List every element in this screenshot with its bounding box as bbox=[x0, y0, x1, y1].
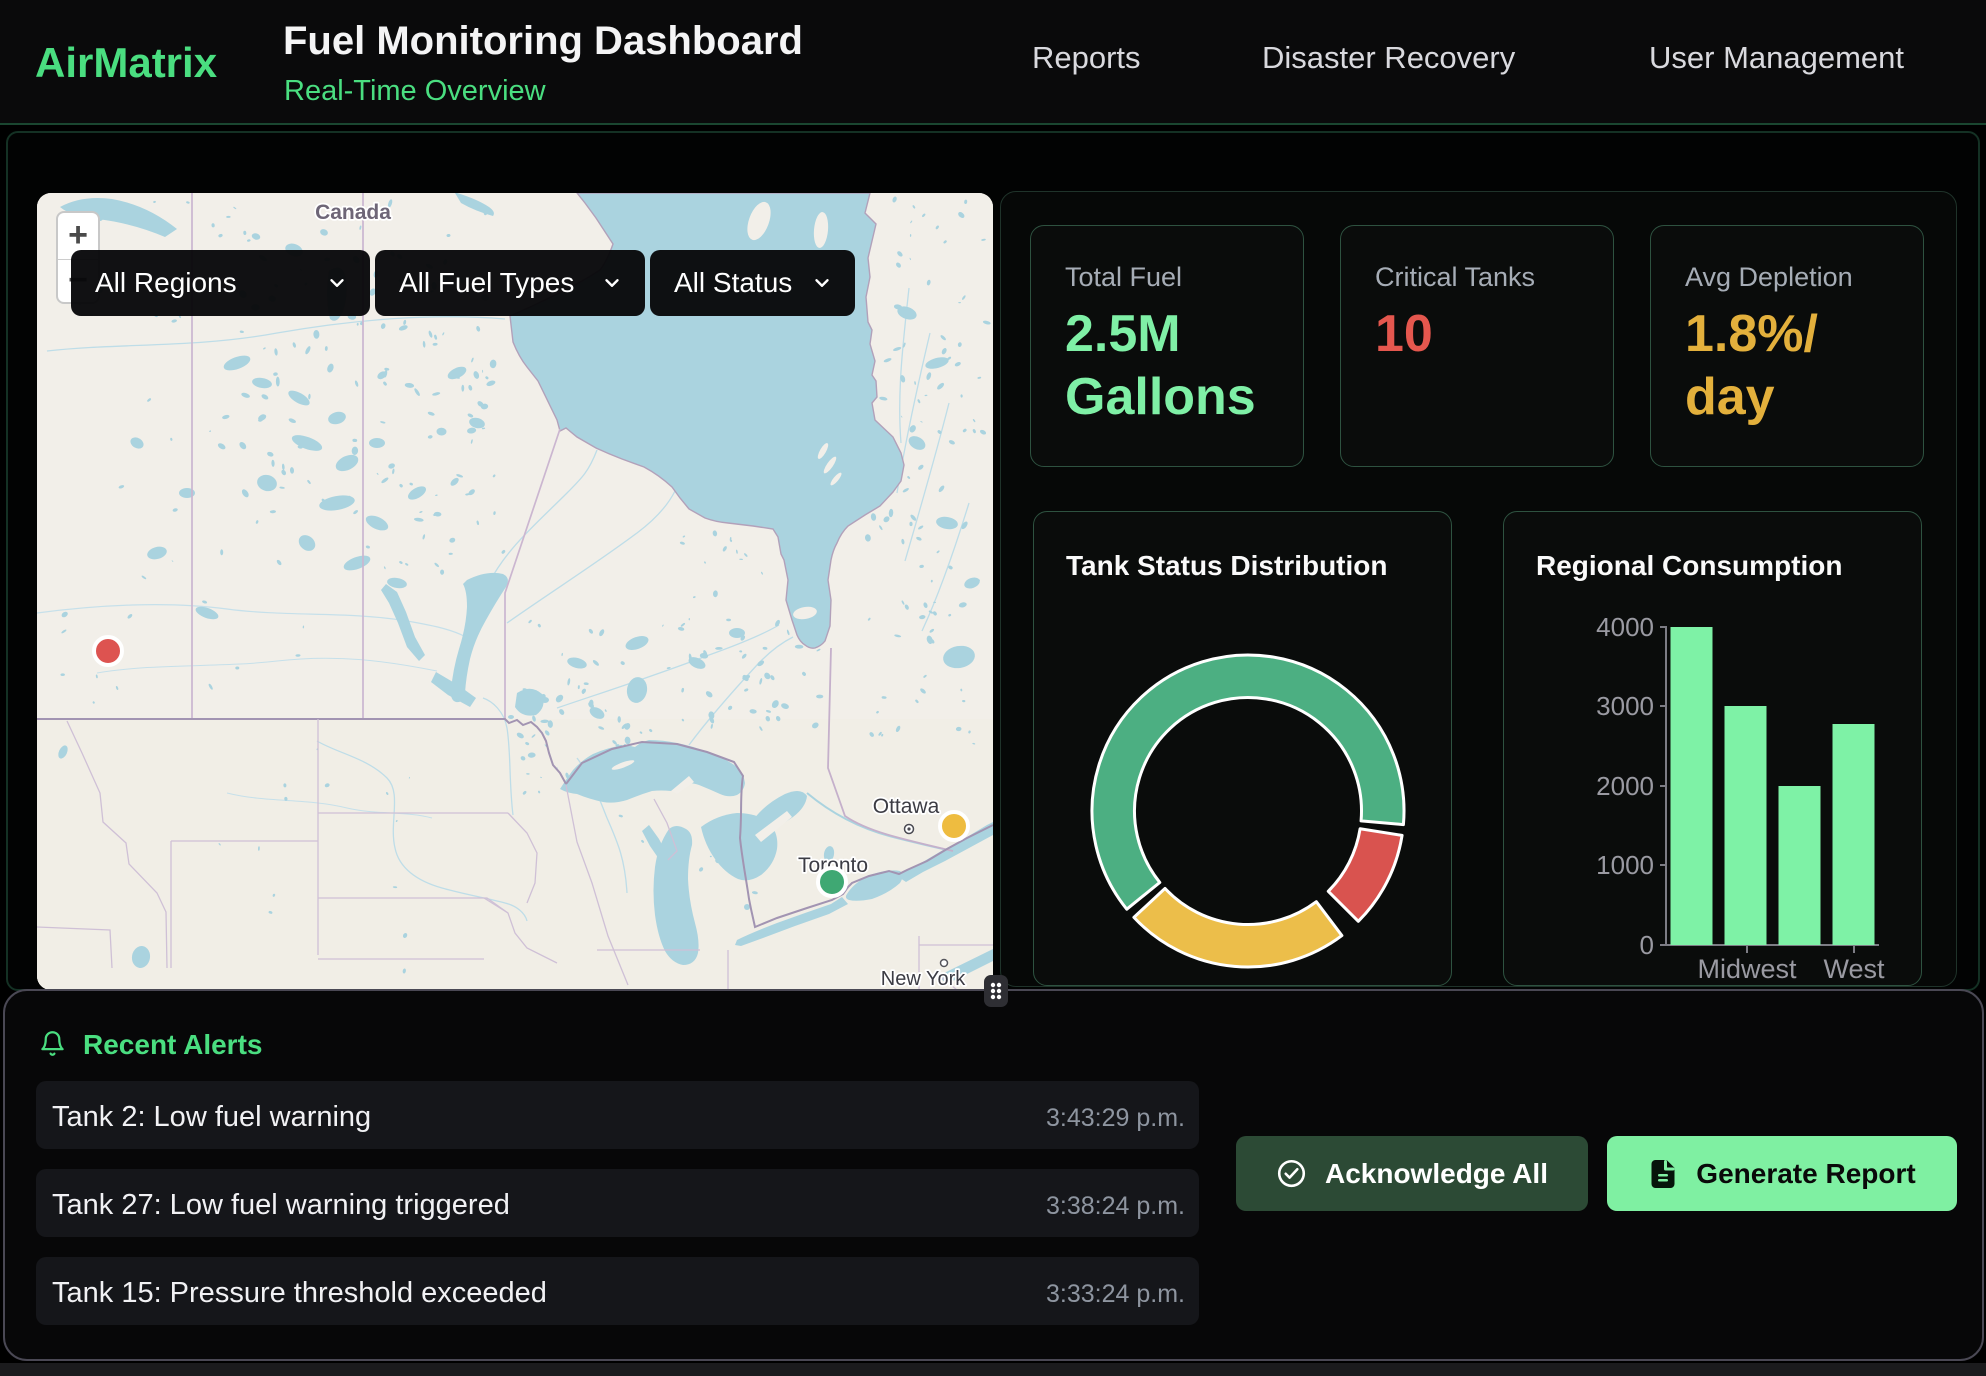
svg-text:New York: New York bbox=[881, 968, 966, 990]
svg-text:Canada: Canada bbox=[315, 201, 391, 224]
svg-text:4000: 4000 bbox=[1596, 612, 1654, 642]
svg-text:1000: 1000 bbox=[1596, 850, 1654, 880]
svg-text:West: West bbox=[1823, 954, 1885, 984]
svg-text:0: 0 bbox=[1640, 930, 1654, 960]
svg-text:2000: 2000 bbox=[1596, 771, 1654, 801]
svg-text:Ottawa: Ottawa bbox=[873, 795, 940, 818]
svg-text:Midwest: Midwest bbox=[1697, 954, 1797, 984]
svg-text:3000: 3000 bbox=[1596, 691, 1654, 721]
